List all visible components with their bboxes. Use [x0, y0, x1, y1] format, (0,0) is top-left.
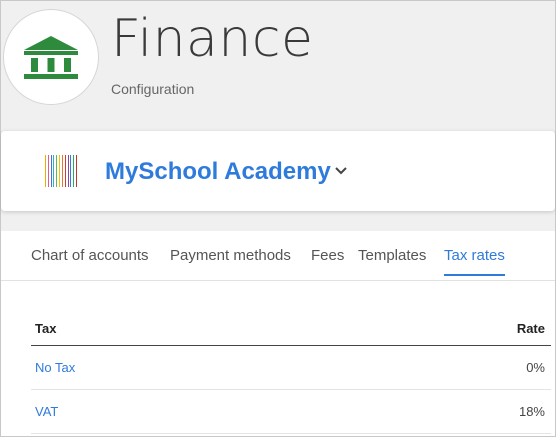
logo-stripe: [45, 155, 46, 187]
logo-stripe: [56, 155, 58, 187]
school-selector[interactable]: MySchool Academy: [1, 131, 555, 211]
logo-stripe: [73, 155, 75, 187]
logo-stripe: [67, 155, 69, 187]
logo-stripe: [64, 155, 66, 187]
tab-fees[interactable]: Fees: [311, 247, 344, 276]
tab-tax-rates[interactable]: Tax rates: [444, 247, 505, 276]
table-row: No Tax 0%: [31, 346, 551, 390]
tax-name-link[interactable]: No Tax: [35, 360, 75, 375]
app-logo: [3, 9, 99, 105]
column-header-rate: Rate: [516, 321, 545, 336]
logo-stripe: [50, 155, 52, 187]
school-name[interactable]: MySchool Academy: [105, 158, 331, 186]
app-header: Finance Configuration: [1, 1, 555, 126]
tab-payment-methods[interactable]: Payment methods: [170, 247, 291, 276]
bank-icon: [24, 36, 78, 79]
logo-stripe: [76, 155, 77, 187]
tab-bar: Chart of accounts Payment methods Fees T…: [1, 231, 555, 281]
logo-stripe: [70, 155, 72, 187]
app-title: Finance: [111, 9, 314, 69]
app-subtitle: Configuration: [111, 81, 195, 97]
main-content: Chart of accounts Payment methods Fees T…: [1, 231, 555, 436]
column-header-tax: Tax: [35, 321, 57, 336]
tax-rate-value: 0%: [526, 360, 545, 375]
tax-rate-value: 18%: [518, 404, 545, 419]
table-row: VAT 18%: [31, 390, 551, 434]
tab-templates[interactable]: Templates: [358, 247, 426, 276]
logo-stripe: [59, 155, 60, 187]
logo-stripe: [61, 155, 63, 187]
barcode-stripes-icon: [45, 155, 77, 187]
table-header: Tax Rate: [31, 311, 551, 346]
tab-chart-of-accounts[interactable]: Chart of accounts: [31, 247, 149, 276]
chevron-down-icon[interactable]: [333, 163, 349, 179]
logo-stripe: [47, 155, 49, 187]
logo-stripe: [53, 155, 55, 187]
tax-rates-table: Tax Rate No Tax 0% VAT 18%: [31, 311, 551, 434]
tax-name-link[interactable]: VAT: [35, 404, 58, 419]
